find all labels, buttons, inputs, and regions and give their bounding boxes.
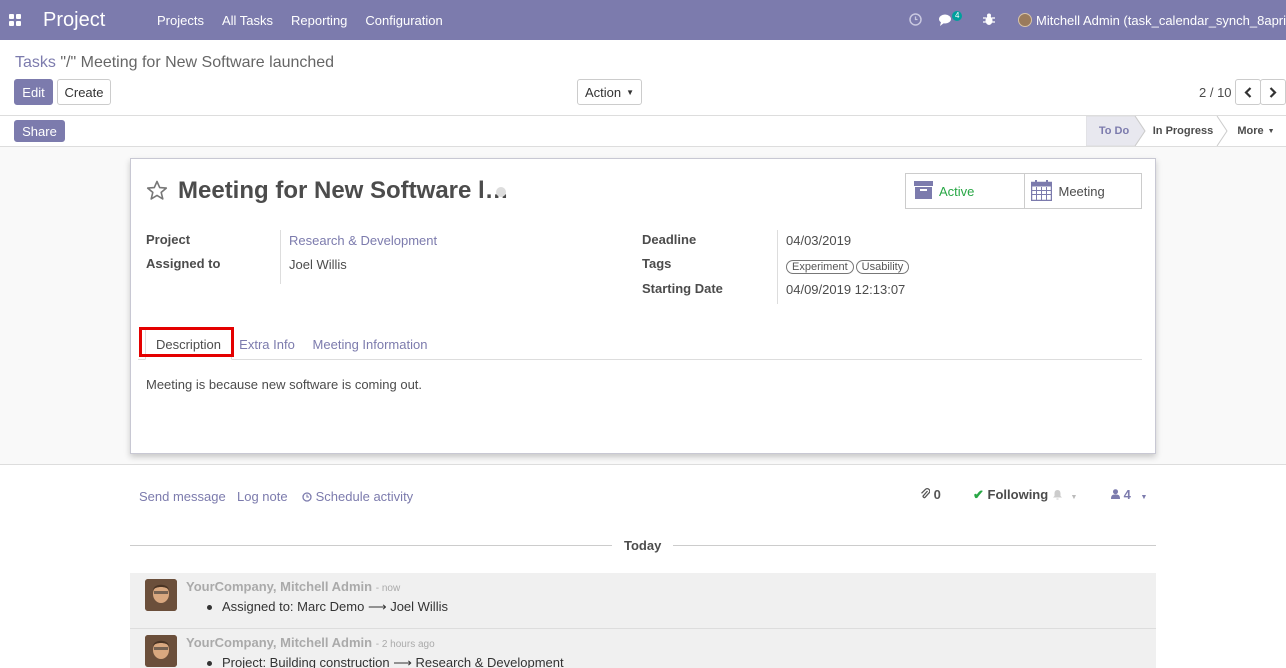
apps-icon[interactable]	[9, 14, 21, 26]
pager-previous-button[interactable]	[1235, 79, 1261, 105]
bell-icon[interactable]	[1052, 489, 1063, 500]
pager-next-button[interactable]	[1260, 79, 1286, 105]
menu-configuration[interactable]: Configuration	[365, 13, 442, 28]
breadcrumb-current: Meeting for New Software launched	[80, 54, 335, 71]
caret-down-icon: ▼	[626, 87, 635, 97]
schedule-activity-label: Schedule activity	[315, 489, 414, 504]
message-date: - 2 hours ago	[375, 639, 435, 650]
deadline-field[interactable]: 04/03/2019	[786, 233, 851, 248]
author-name[interactable]: YourCompany, Mitchell Admin	[186, 579, 372, 594]
breadcrumb-separator: "/"	[55, 54, 81, 71]
list-bullet	[207, 661, 212, 666]
control-panel: Tasks "/" Meeting for New Software launc…	[0, 40, 1286, 116]
form-statusbar: Share To Do In Progress More ▼	[0, 116, 1286, 147]
archive-icon	[914, 181, 933, 199]
attachments-button[interactable]: 0	[920, 487, 941, 502]
action-label: Action	[584, 84, 622, 100]
annotation-highlight-box	[139, 327, 234, 357]
schedule-activity-button[interactable]: Schedule activity	[302, 489, 413, 504]
send-message-button[interactable]: Send message	[139, 489, 226, 504]
following-button[interactable]: ✔ Following ▼	[973, 487, 1077, 503]
app-name[interactable]: Project	[43, 9, 105, 32]
assigned-to-field[interactable]: Joel Willis	[289, 257, 347, 272]
clock-icon[interactable]	[909, 13, 922, 26]
deadline-label: Deadline	[642, 232, 697, 247]
user-icon	[1111, 489, 1120, 499]
bug-icon[interactable]	[983, 13, 995, 26]
log-note-button[interactable]: Log note	[237, 489, 288, 504]
chevron-right-icon	[1269, 86, 1277, 98]
avatar-photo	[145, 579, 177, 611]
user-menu[interactable]: Mitchell Admin (task_calendar_synch_8apr…	[1036, 13, 1286, 28]
tab-meeting-information[interactable]: Meeting Information	[310, 329, 430, 360]
tags-field[interactable]: Experiment Usability	[786, 258, 911, 274]
tags-label: Tags	[642, 256, 672, 271]
top-menu: Projects All Tasks Reporting Configurati…	[157, 13, 461, 28]
attachments-count: 0	[933, 487, 941, 502]
tag-experiment[interactable]: Experiment	[786, 260, 854, 274]
caret-down-icon: ▼	[1267, 127, 1275, 135]
assigned-to-label: Assigned to	[146, 256, 221, 271]
menu-reporting[interactable]: Reporting	[291, 13, 347, 28]
list-bullet	[207, 605, 212, 610]
tag-usability[interactable]: Usability	[855, 260, 910, 274]
smart-buttons: Active Meeting	[905, 173, 1142, 209]
followers-button[interactable]: 4 ▼	[1111, 487, 1147, 502]
meeting-label: Meeting	[1058, 184, 1105, 199]
meeting-button[interactable]: Meeting	[1023, 174, 1142, 208]
active-toggle-button[interactable]: Active	[906, 174, 1024, 208]
menu-projects[interactable]: Projects	[157, 13, 204, 28]
starting-date-field[interactable]: 04/09/2019 12:13:07	[786, 282, 905, 297]
chevron-left-icon	[1244, 86, 1252, 98]
check-icon: ✔	[973, 487, 984, 502]
user-avatar[interactable]	[1018, 13, 1032, 27]
notebook-tabs: Description Extra Info Meeting Informati…	[138, 329, 1142, 360]
tab-extra-info[interactable]: Extra Info	[235, 329, 299, 360]
chatter-message: YourCompany, Mitchell Admin - 2 hours ag…	[130, 629, 1156, 668]
caret-down-icon: ▼	[1140, 494, 1148, 501]
edit-button[interactable]: Edit	[14, 79, 53, 105]
starting-date-label: Starting Date	[642, 281, 723, 296]
stage-more-dropdown[interactable]: More ▼	[1232, 116, 1280, 146]
avatar-photo	[145, 635, 177, 667]
description-text[interactable]: Meeting is because new software is comin…	[146, 377, 422, 392]
author-name[interactable]: YourCompany, Mitchell Admin	[186, 635, 372, 650]
stage-in-progress[interactable]: In Progress	[1150, 116, 1216, 146]
caret-down-icon[interactable]: ▼	[1070, 494, 1077, 501]
following-label: Following	[987, 487, 1049, 502]
calendar-icon	[1030, 180, 1052, 201]
messages-badge: 4	[952, 11, 963, 21]
tracking-value: Assigned to: Marc Demo ⟶ Joel Willis	[222, 599, 448, 614]
task-title[interactable]: Meeting for New Software l…	[178, 177, 509, 205]
menu-all-tasks[interactable]: All Tasks	[222, 13, 273, 28]
message-author: YourCompany, Mitchell Admin - 2 hours ag…	[186, 635, 435, 650]
message-date: - now	[375, 583, 401, 594]
pager-value[interactable]: 2 / 10	[1199, 85, 1232, 100]
chatter-message: YourCompany, Mitchell Admin - now Assign…	[130, 573, 1156, 629]
active-label: Active	[939, 184, 975, 199]
stage-todo[interactable]: To Do	[1092, 116, 1136, 146]
field-divider	[280, 230, 281, 284]
share-button[interactable]: Share	[14, 120, 65, 142]
tracking-value: Project: Building construction ⟶ Researc…	[222, 655, 564, 668]
author-avatar[interactable]	[145, 635, 177, 667]
breadcrumb: Tasks "/" Meeting for New Software launc…	[15, 54, 334, 72]
create-button[interactable]: Create	[57, 79, 111, 105]
project-field[interactable]: Research & Development	[289, 233, 437, 248]
field-divider	[777, 230, 778, 304]
followers-count: 4	[1123, 487, 1131, 502]
top-navbar: Project Projects All Tasks Reporting Con…	[0, 0, 1286, 40]
message-author: YourCompany, Mitchell Admin - now	[186, 579, 400, 594]
project-label: Project	[146, 232, 191, 247]
form-sheet: Meeting for New Software l… Active Meeti…	[130, 158, 1156, 454]
stage-more-label: More	[1237, 125, 1264, 137]
breadcrumb-tasks[interactable]: Tasks	[15, 54, 56, 71]
clock-icon	[302, 492, 312, 502]
author-avatar[interactable]	[145, 579, 177, 611]
paperclip-icon	[921, 488, 931, 499]
kanban-state-dot[interactable]	[496, 187, 506, 197]
action-dropdown[interactable]: Action ▼	[577, 79, 642, 105]
star-icon[interactable]	[146, 180, 168, 201]
date-separator-label: Today	[612, 538, 674, 553]
